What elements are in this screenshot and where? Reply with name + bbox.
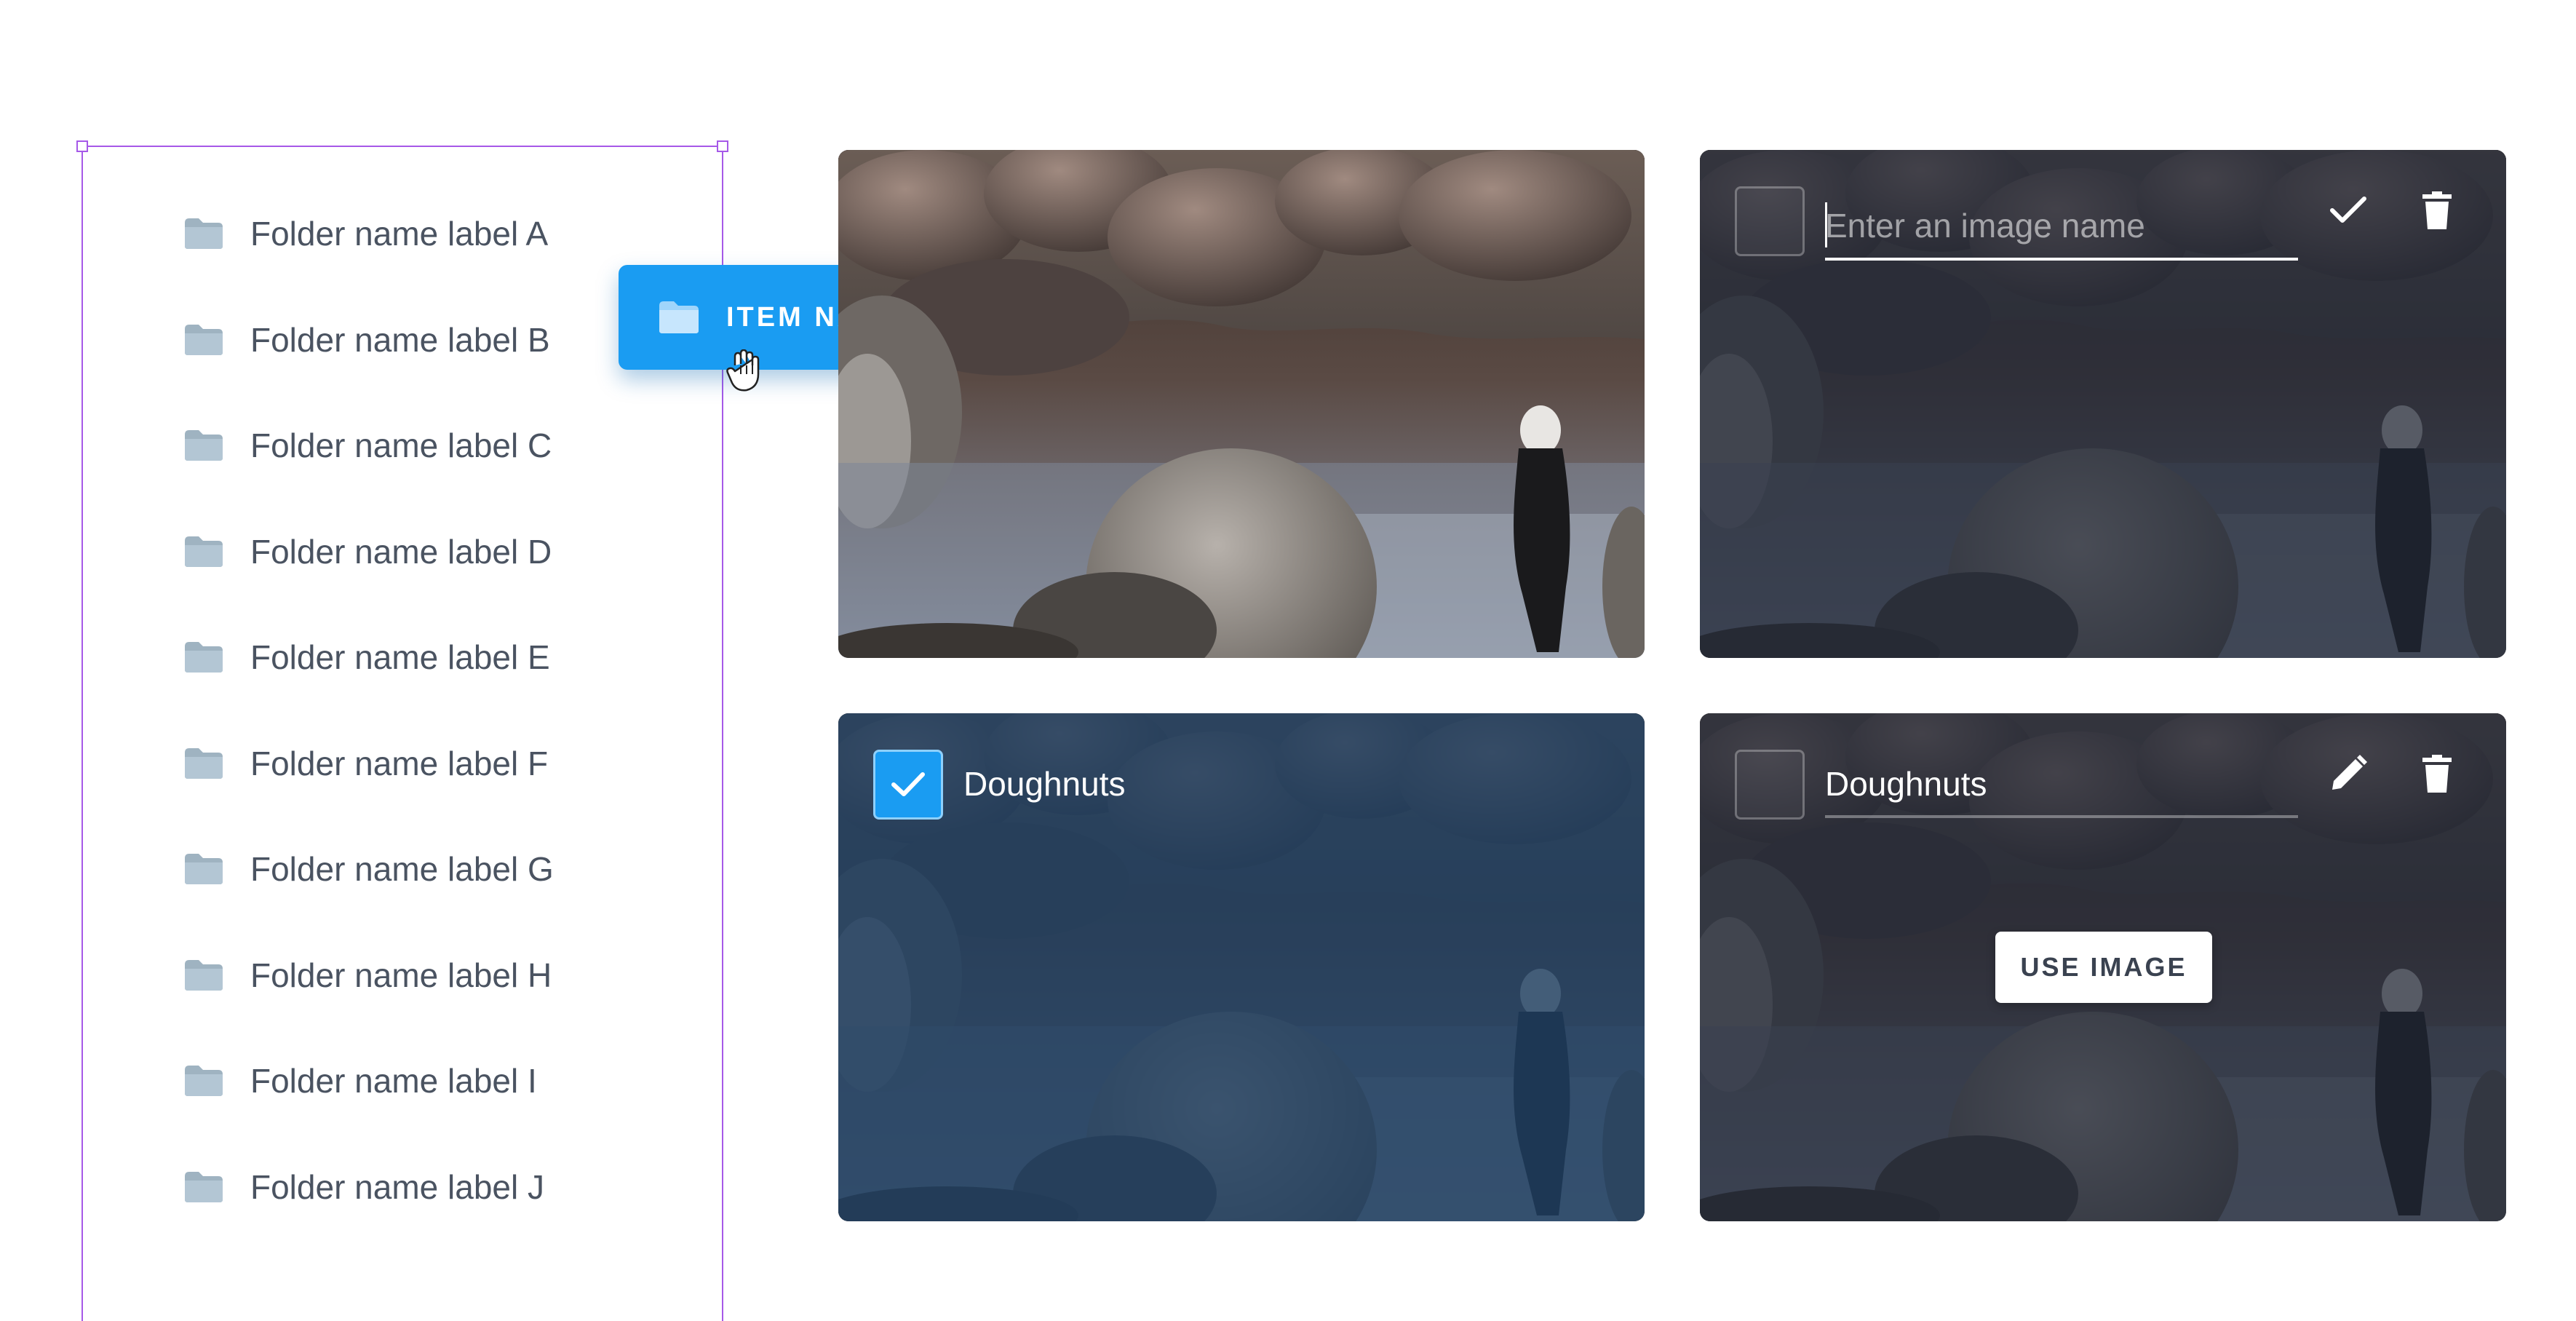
workspace: Folder name label A Folder name label B Fo… (0, 0, 2576, 1321)
folder-icon (183, 323, 224, 357)
text-caret (1825, 202, 1827, 247)
folder-item[interactable]: Folder name label E (183, 624, 550, 690)
pencil-icon[interactable] (2323, 748, 2374, 799)
folder-label: Folder name label C (250, 427, 552, 464)
folder-icon (183, 747, 224, 780)
landscape-photo (838, 150, 1645, 658)
image-name-input[interactable] (1825, 194, 2298, 261)
grab-hand-icon (725, 349, 766, 393)
select-checkbox[interactable] (1735, 186, 1805, 256)
folder-item[interactable]: Folder name label F (183, 731, 548, 796)
select-checkbox-checked[interactable] (873, 750, 943, 820)
folder-item[interactable]: Folder name label I (183, 1048, 537, 1114)
folder-icon (183, 217, 224, 250)
image-name: Doughnuts (963, 765, 1126, 803)
folder-icon (183, 429, 224, 462)
folder-item[interactable]: Folder name label C (183, 413, 552, 478)
folder-item[interactable]: Folder name label D (183, 519, 552, 584)
check-icon (891, 772, 925, 796)
folder-label: Folder name label A (250, 215, 549, 253)
folder-label: Folder name label E (250, 638, 550, 676)
folder-icon (183, 535, 224, 568)
image-card-selected[interactable]: Doughnuts (838, 713, 1645, 1221)
folder-item[interactable]: Folder name label G (183, 836, 554, 902)
folder-label: Folder name label G (250, 850, 554, 888)
folder-label: Folder name label I (250, 1062, 537, 1100)
select-checkbox[interactable] (1735, 750, 1805, 820)
folder-item[interactable]: Folder name label J (183, 1154, 544, 1220)
image-card-rename[interactable] (1700, 150, 2506, 658)
name-underline (1825, 815, 2298, 818)
folder-label: Folder name label J (250, 1168, 544, 1206)
trash-icon[interactable] (2412, 185, 2462, 236)
folder-item[interactable]: Folder name label A (183, 201, 548, 266)
folder-item[interactable]: Folder name label H (183, 943, 552, 1008)
folder-label: Folder name label F (250, 745, 549, 782)
image-card-hover[interactable]: Doughnuts USE IMAGE (1700, 713, 2506, 1221)
folder-label: Folder name label H (250, 956, 552, 994)
image-name[interactable]: Doughnuts (1825, 764, 1987, 804)
folder-label: Folder name label B (250, 321, 550, 359)
folder-icon (183, 640, 224, 674)
folder-icon (183, 1064, 224, 1098)
use-image-button[interactable]: USE IMAGE (1995, 932, 2212, 1003)
folder-icon (183, 1170, 224, 1204)
check-icon[interactable] (2323, 185, 2374, 236)
folder-icon (183, 852, 224, 886)
trash-icon[interactable] (2412, 748, 2462, 799)
folder-label: Folder name label D (250, 533, 552, 571)
folder-item[interactable]: Folder name label B (183, 307, 550, 373)
folder-icon (658, 300, 700, 335)
image-card[interactable] (838, 150, 1645, 658)
selected-overlay (838, 713, 1645, 1221)
folder-icon (183, 959, 224, 992)
selection-handle-top-right[interactable] (717, 140, 728, 152)
selection-handle-top-left[interactable] (76, 140, 88, 152)
